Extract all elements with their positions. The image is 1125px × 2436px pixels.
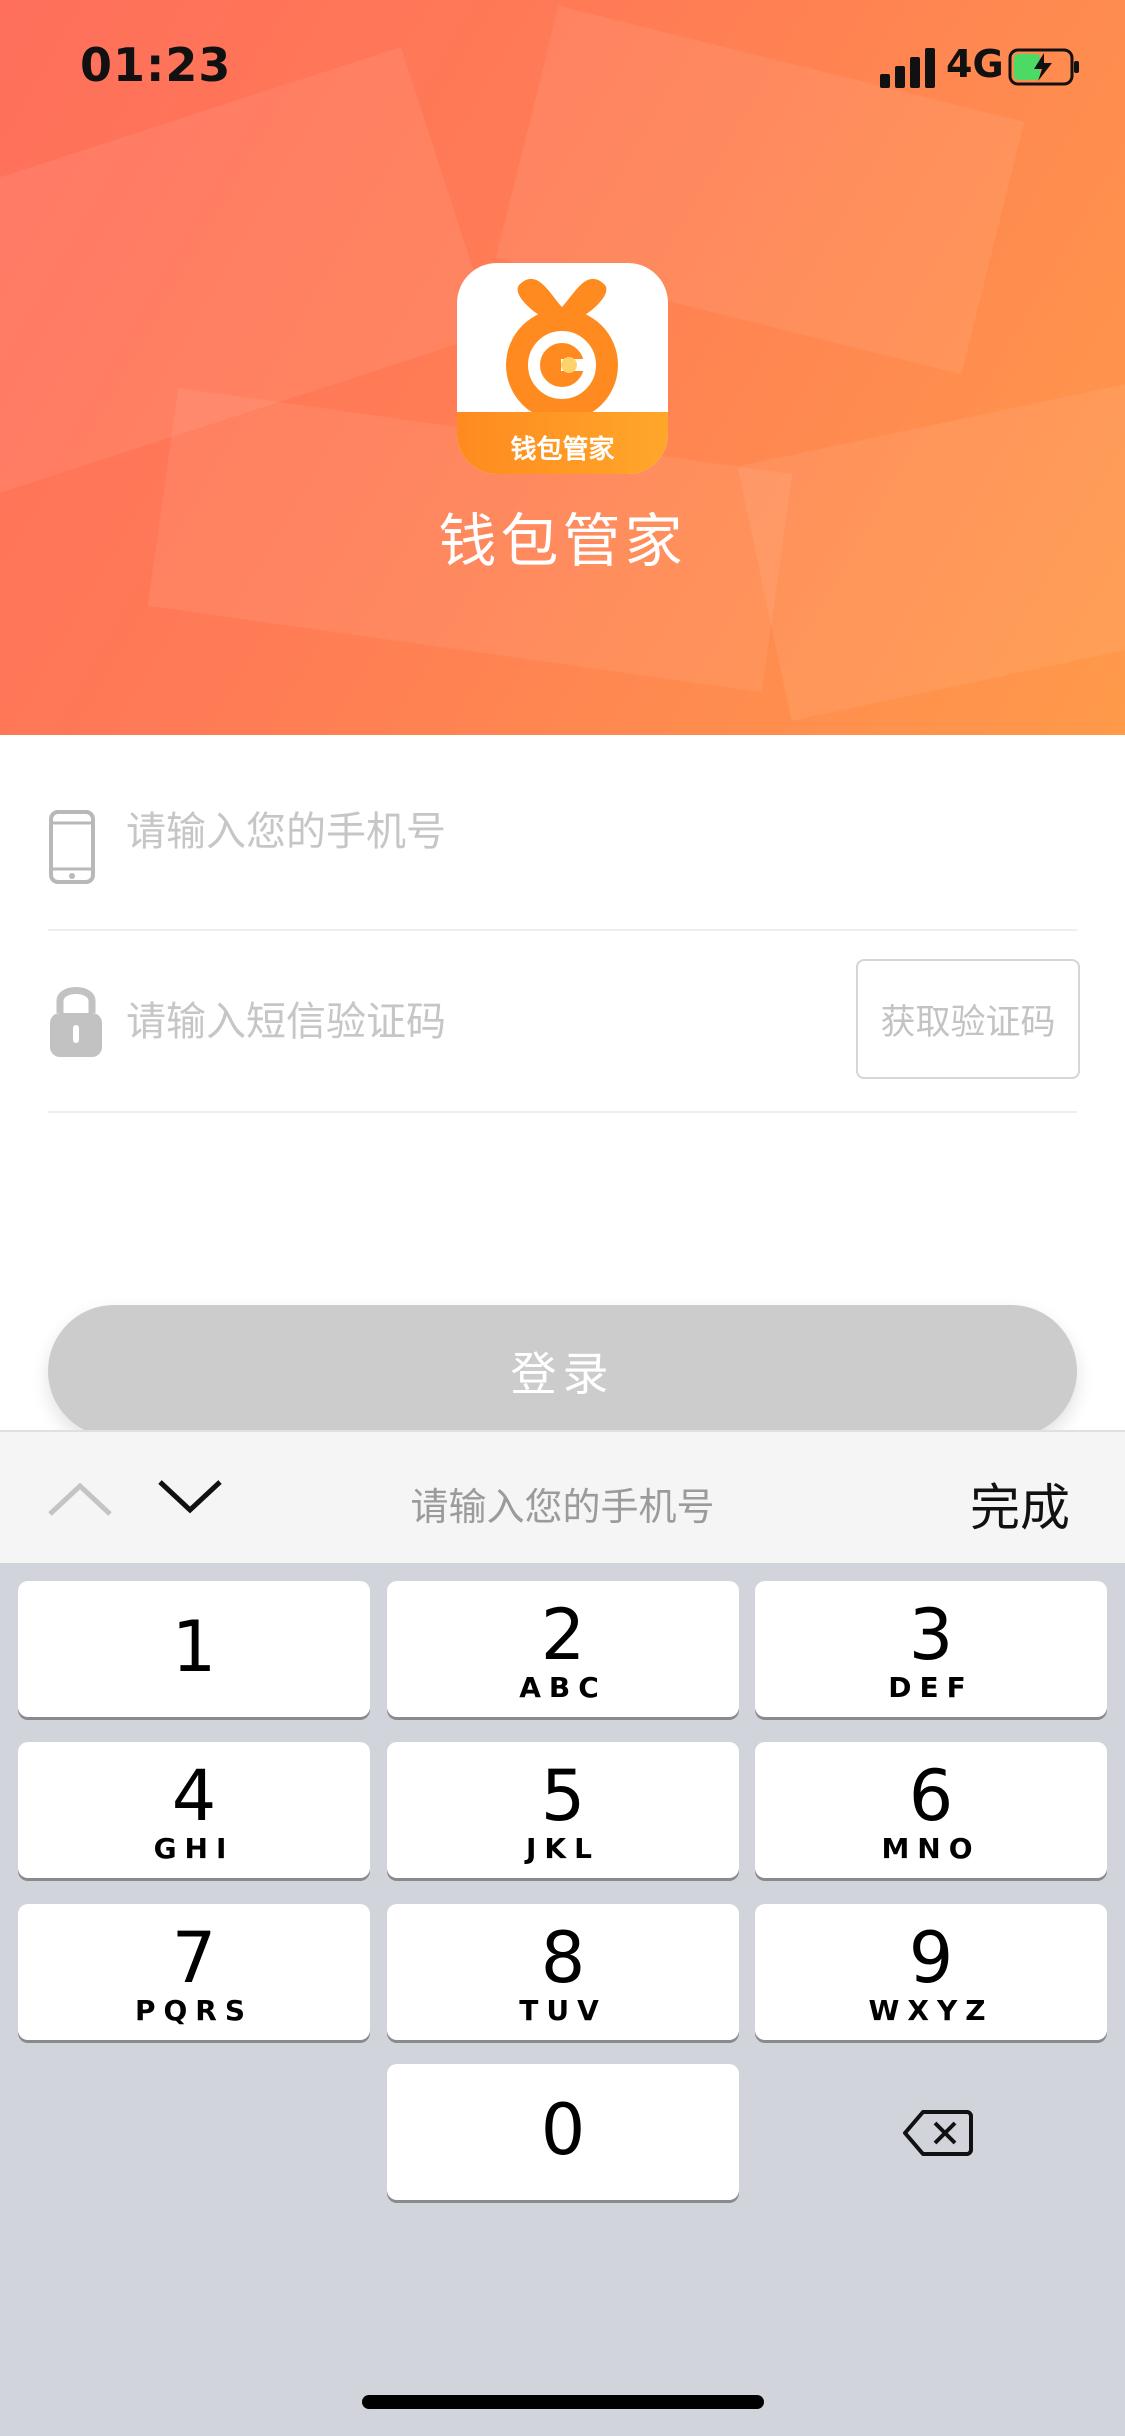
header-banner: 01:23 4G 钱包管家 钱包管家 <box>0 0 1125 735</box>
status-time: 01:23 <box>80 38 232 92</box>
done-button[interactable]: 完成 <box>970 1468 1070 1540</box>
key-1[interactable]: 1 <box>18 1581 370 1717</box>
key-number: 4 <box>171 1755 217 1837</box>
login-button[interactable]: 登录 <box>48 1305 1077 1437</box>
lock-icon <box>50 987 102 1057</box>
code-row: 获取验证码 <box>48 929 1080 1113</box>
money-bag-icon <box>506 278 618 421</box>
key-number: 0 <box>540 2089 586 2171</box>
key-letters: PQRS <box>134 1994 254 2027</box>
signal-icon <box>880 48 935 88</box>
key-number: 3 <box>908 1594 954 1676</box>
backspace-icon <box>903 2110 973 2156</box>
key-letters: JKL <box>526 1832 600 1865</box>
battery-charging-icon <box>1008 48 1079 86</box>
key-4[interactable]: 4 GHI <box>18 1742 370 1878</box>
key-letters: GHI <box>153 1832 235 1865</box>
key-0[interactable]: 0 <box>387 2064 739 2200</box>
key-letters: DEF <box>888 1671 974 1704</box>
key-number: 2 <box>540 1594 586 1676</box>
key-number: 8 <box>540 1917 586 1999</box>
get-code-button[interactable]: 获取验证码 <box>856 959 1080 1079</box>
key-8[interactable]: 8 TUV <box>387 1904 739 2040</box>
phone-row <box>48 735 1077 931</box>
phone-icon <box>49 810 95 884</box>
app-logo-label: 钱包管家 <box>510 435 615 465</box>
sms-code-input[interactable] <box>124 989 828 1055</box>
key-letters: ABC <box>519 1671 607 1704</box>
delete-key[interactable] <box>755 2064 1107 2200</box>
toolbar-hint: 请输入您的手机号 <box>410 1485 715 1529</box>
key-number: 5 <box>540 1755 586 1837</box>
keyboard-toolbar: 请输入您的手机号 完成 <box>0 1430 1125 1565</box>
key-number: 1 <box>171 1606 217 1688</box>
key-6[interactable]: 6 MNO <box>755 1742 1107 1878</box>
key-number: 7 <box>171 1917 217 1999</box>
app-name: 钱包管家 <box>438 507 687 575</box>
phone-input[interactable] <box>124 799 1028 865</box>
key-3[interactable]: 3 DEF <box>755 1581 1107 1717</box>
app-logo: 钱包管家 <box>457 263 668 474</box>
key-7[interactable]: 7 PQRS <box>18 1904 370 2040</box>
key-5[interactable]: 5 JKL <box>387 1742 739 1878</box>
key-letters: TUV <box>519 1994 607 2027</box>
network-type: 4G <box>946 42 1004 86</box>
status-bar: 01:23 4G <box>0 0 1125 140</box>
key-letters: WXYZ <box>868 1994 994 2027</box>
key-number: 9 <box>908 1917 954 1999</box>
key-letters: MNO <box>881 1832 981 1865</box>
key-2[interactable]: 2 ABC <box>387 1581 739 1717</box>
key-number: 6 <box>908 1755 954 1837</box>
home-indicator[interactable] <box>362 2395 764 2409</box>
key-9[interactable]: 9 WXYZ <box>755 1904 1107 2040</box>
